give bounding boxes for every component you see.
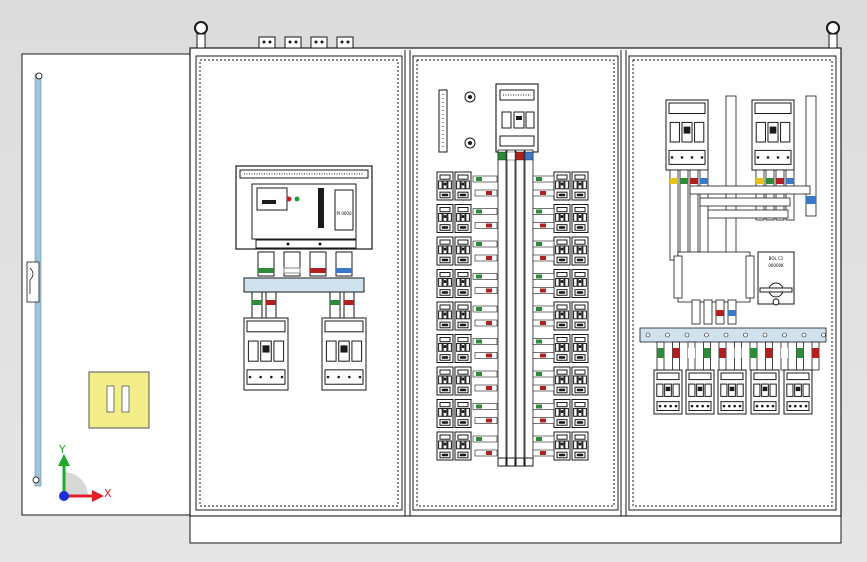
middle-right-breaker-r6-1[interactable] <box>553 334 571 363</box>
middle-incoming-breaker[interactable] <box>495 83 539 153</box>
switch-nameplate-line1: BOL C1 <box>769 256 784 261</box>
origin-marker <box>59 491 69 501</box>
right-outgoing-breaker-3[interactable] <box>717 369 747 415</box>
middle-left-breaker-r7-2[interactable] <box>454 366 472 396</box>
right-outgoing-breaker-2[interactable] <box>685 369 715 415</box>
middle-right-breaker-r9-1[interactable] <box>553 431 571 461</box>
main-air-circuit-breaker[interactable]: PI 0000 <box>235 165 373 250</box>
cabinet-plinth <box>189 515 842 544</box>
middle-left-breaker-r6-2[interactable] <box>454 334 472 363</box>
middle-right-breaker-r5-2[interactable] <box>571 301 589 331</box>
middle-left-breaker-r7-1[interactable] <box>436 366 454 396</box>
terminal-strip <box>438 89 448 153</box>
open-door <box>21 53 193 516</box>
middle-right-breaker-r7-2[interactable] <box>571 366 589 396</box>
left-breaker-2[interactable] <box>321 317 367 391</box>
right-outgoing-breaker-4[interactable] <box>750 369 780 415</box>
middle-right-breaker-r2-2[interactable] <box>571 204 589 233</box>
middle-left-breaker-r1-1[interactable] <box>436 171 454 201</box>
door-handle[interactable] <box>26 261 40 303</box>
breaker-nameplate: PI 0000 <box>336 211 351 216</box>
middle-right-breaker-r8-1[interactable] <box>553 399 571 428</box>
right-outgoing-breaker-1[interactable] <box>653 369 683 415</box>
middle-left-breaker-r1-2[interactable] <box>454 171 472 201</box>
horizontal-busbar <box>243 277 365 293</box>
middle-right-breaker-r3-1[interactable] <box>553 236 571 266</box>
middle-left-breaker-r4-1[interactable] <box>436 269 454 298</box>
top-gland-plates <box>258 36 354 49</box>
middle-left-breaker-r2-1[interactable] <box>436 204 454 233</box>
y-axis-label: Y <box>58 443 66 456</box>
middle-right-breaker-r5-1[interactable] <box>553 301 571 331</box>
vent-filter-panel <box>88 371 150 429</box>
middle-right-breaker-r1-2[interactable] <box>571 171 589 201</box>
middle-right-breaker-r9-2[interactable] <box>571 431 589 461</box>
middle-left-breaker-r4-2[interactable] <box>454 269 472 298</box>
middle-left-breaker-r9-1[interactable] <box>436 431 454 461</box>
middle-left-breaker-r8-1[interactable] <box>436 399 454 428</box>
right-outgoing-breakers <box>653 369 813 415</box>
middle-left-breaker-r3-2[interactable] <box>454 236 472 266</box>
middle-left-breaker-r6-1[interactable] <box>436 334 454 363</box>
right-incoming-breaker-2[interactable] <box>751 99 795 171</box>
middle-right-breaker-r4-2[interactable] <box>571 269 589 298</box>
cad-viewport[interactable]: PI 0000 BOL C1 00000K Y X <box>0 0 867 562</box>
right-outgoing-breaker-5[interactable] <box>783 369 813 415</box>
lifting-eye-right <box>826 21 840 49</box>
switch-disconnector[interactable]: BOL C1 00000K <box>757 251 795 306</box>
switch-nameplate-line2: 00000K <box>768 263 784 268</box>
middle-left-breaker-r3-1[interactable] <box>436 236 454 266</box>
right-incoming-breaker-1[interactable] <box>665 99 709 171</box>
middle-right-breaker-r6-2[interactable] <box>571 334 589 363</box>
left-breaker-1[interactable] <box>243 317 289 391</box>
middle-left-breaker-r2-2[interactable] <box>454 204 472 233</box>
middle-right-breaker-r8-2[interactable] <box>571 399 589 428</box>
middle-left-breaker-r9-2[interactable] <box>454 431 472 461</box>
x-axis-label: X <box>104 487 112 500</box>
lifting-eye-left <box>194 21 208 49</box>
middle-right-breaker-r1-1[interactable] <box>553 171 571 201</box>
middle-right-breaker-r7-1[interactable] <box>553 366 571 396</box>
middle-right-breaker-r4-1[interactable] <box>553 269 571 298</box>
middle-left-breaker-r8-2[interactable] <box>454 399 472 428</box>
middle-right-breaker-r3-2[interactable] <box>571 236 589 266</box>
middle-left-breaker-r5-2[interactable] <box>454 301 472 331</box>
middle-left-breaker-r5-1[interactable] <box>436 301 454 331</box>
middle-right-breaker-r2-1[interactable] <box>553 204 571 233</box>
